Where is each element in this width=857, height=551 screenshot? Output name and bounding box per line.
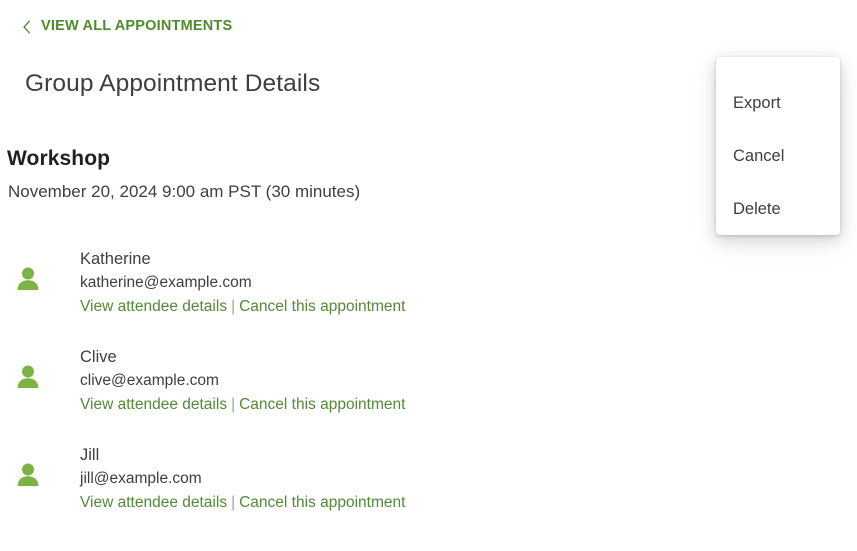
view-all-appointments-label: VIEW ALL APPOINTMENTS <box>41 18 233 34</box>
attendee-info: Katherine katherine@example.com View att… <box>80 248 405 319</box>
attendee-name: Jill <box>80 446 100 464</box>
attendee-email: jill@example.com <box>80 470 202 487</box>
appointment-datetime: November 20, 2024 9:00 am PST (30 minute… <box>8 182 361 201</box>
person-icon <box>16 462 40 488</box>
attendee-info: Clive clive@example.com View attendee de… <box>80 346 405 417</box>
action-separator: | <box>231 298 236 315</box>
menu-item-cancel[interactable]: Cancel <box>716 130 840 183</box>
attendee-email: katherine@example.com <box>80 274 252 291</box>
attendee-name: Clive <box>80 348 117 366</box>
appointment-name: Workshop <box>7 147 111 170</box>
attendee-actions: View attendee details | Cancel this appoin… <box>80 491 405 515</box>
view-attendee-details-link[interactable]: View attendee details <box>80 298 227 315</box>
action-separator: | <box>231 494 236 511</box>
chevron-left-icon <box>22 20 32 34</box>
person-icon <box>16 266 40 292</box>
cancel-this-appointment-link[interactable]: Cancel this appointment <box>239 298 405 315</box>
view-attendee-details-link[interactable]: View attendee details <box>80 494 227 511</box>
menu-item-export[interactable]: Export <box>716 77 840 130</box>
page-title: Group Appointment Details <box>25 70 321 97</box>
menu-item-delete[interactable]: Delete <box>716 183 840 236</box>
attendee-list: Katherine katherine@example.com View att… <box>0 248 520 542</box>
attendee-email: clive@example.com <box>80 372 219 389</box>
list-item: Clive clive@example.com View attendee de… <box>0 346 520 444</box>
attendee-name: Katherine <box>80 250 151 268</box>
list-item: Jill jill@example.com View attendee deta… <box>0 444 520 542</box>
cancel-this-appointment-link[interactable]: Cancel this appointment <box>239 396 405 413</box>
attendee-actions: View attendee details | Cancel this appoin… <box>80 295 405 319</box>
attendee-info: Jill jill@example.com View attendee deta… <box>80 444 405 515</box>
view-attendee-details-link[interactable]: View attendee details <box>80 396 227 413</box>
attendee-actions: View attendee details | Cancel this appoin… <box>80 393 405 417</box>
list-item: Katherine katherine@example.com View att… <box>0 248 520 346</box>
appointment-details-page: VIEW ALL APPOINTMENTS Group Appointment … <box>0 0 857 551</box>
person-icon <box>16 364 40 390</box>
view-all-appointments-link[interactable]: VIEW ALL APPOINTMENTS <box>22 18 232 34</box>
action-separator: | <box>231 396 236 413</box>
appointment-context-menu: Export Cancel Delete <box>716 57 840 235</box>
cancel-this-appointment-link[interactable]: Cancel this appointment <box>239 494 405 511</box>
